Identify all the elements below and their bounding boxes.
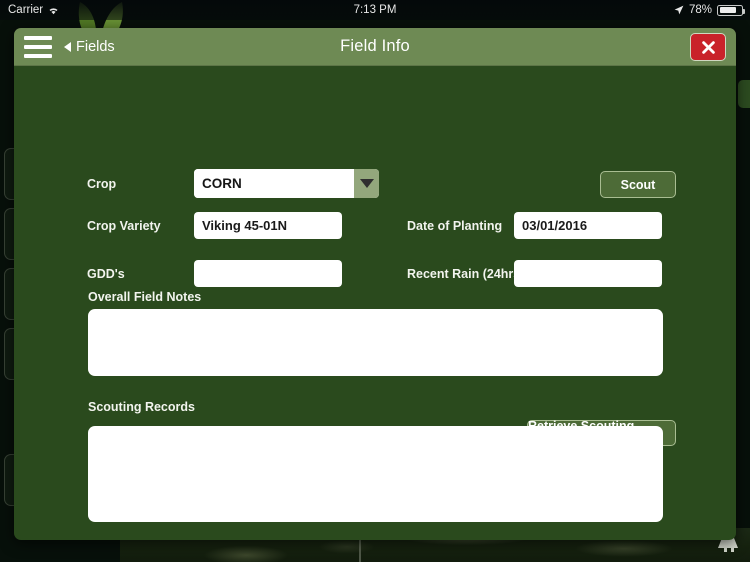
hamburger-menu-icon[interactable] [21,34,55,60]
date-of-planting-label: Date of Planting [407,218,503,233]
date-of-planting-row: Date of Planting [407,212,662,239]
modal-header: Fields Field Info [14,28,736,66]
background-right-panel [738,80,750,108]
crop-variety-input[interactable] [194,212,342,239]
field-info-modal: Fields Field Info Crop CORN Scout Crop V… [14,28,736,540]
gdds-label: GDD's [87,266,125,281]
date-of-planting-input[interactable] [514,212,662,239]
recent-rain-row: Recent Rain (24hrs) [407,260,662,287]
back-button-label: Fields [76,38,115,55]
recent-rain-input[interactable] [514,260,662,287]
chevron-down-icon [359,179,374,188]
chevron-left-icon [64,41,71,52]
crop-variety-label: Crop Variety [87,218,161,233]
close-button[interactable] [690,33,726,61]
crop-select[interactable]: CORN [194,169,379,198]
app-screen: Carrier 7:13 PM 78% Fields Field Info Cr… [0,0,750,562]
crop-select-value: CORN [194,169,354,198]
crop-variety-row: Crop Variety [87,212,342,239]
close-x-icon [701,40,715,54]
scouting-records-textarea[interactable] [88,426,663,522]
scout-button[interactable]: Scout [600,171,676,198]
crop-row: Crop CORN [87,169,379,198]
gdds-row: GDD's [87,260,342,287]
overall-field-notes-label: Overall Field Notes [88,290,202,304]
recent-rain-label: Recent Rain (24hrs) [407,266,525,281]
page-title: Field Info [340,37,410,55]
scouting-records-label: Scouting Records [88,400,195,414]
back-to-fields-button[interactable]: Fields [64,39,115,55]
gdds-input[interactable] [194,260,342,287]
overall-field-notes-textarea[interactable] [88,309,663,376]
crop-label: Crop [87,176,117,191]
modal-body: Crop CORN Scout Crop Variety Date of Pla… [14,66,736,540]
crop-dropdown-arrow-button[interactable] [354,169,379,198]
